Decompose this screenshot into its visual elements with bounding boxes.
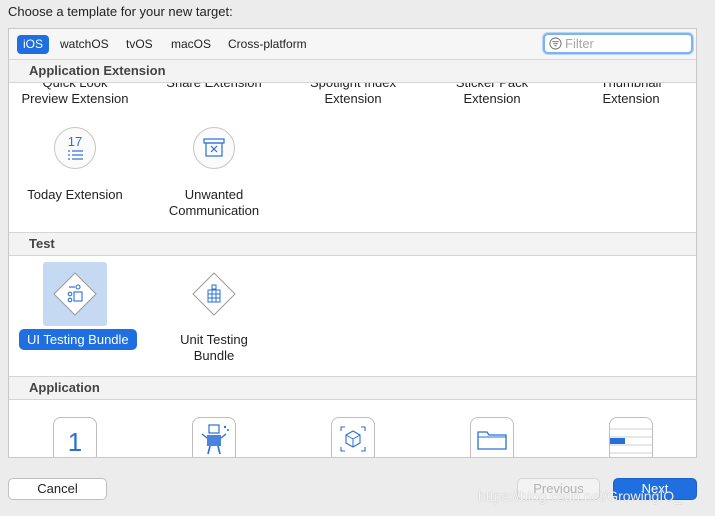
single-view-number: 1 xyxy=(68,427,82,457)
template-unwanted-communication[interactable]: Unwanted Communication xyxy=(149,187,279,219)
template-today-extension[interactable]: Today Extension xyxy=(10,187,140,203)
template-share-extension[interactable]: Share Extension xyxy=(149,83,279,91)
calendar-date-text: 17 xyxy=(68,134,82,149)
single-view-app-icon[interactable]: 1 xyxy=(53,417,97,457)
template-thumbnail-extension[interactable]: Thumbnail Extension xyxy=(566,83,696,107)
tab-tvos[interactable]: tvOS xyxy=(120,35,159,54)
template-ui-testing-bundle[interactable]: UI Testing Bundle xyxy=(19,329,137,350)
section-header-application-extension: Application Extension xyxy=(9,59,696,83)
filter-input[interactable] xyxy=(565,36,685,51)
tab-ios[interactable]: iOS xyxy=(17,35,50,54)
watermark-text: https://blog.csdn.net/GrowingIO_ xyxy=(478,488,682,504)
tab-cross-platform[interactable]: Cross-platform xyxy=(222,35,313,54)
game-app-icon[interactable] xyxy=(192,417,236,457)
filter-field[interactable] xyxy=(543,33,693,54)
template-panel: iOS watchOS tvOS macOS Cross-platform Ap… xyxy=(8,28,697,458)
tab-watchos[interactable]: watchOS xyxy=(54,35,115,54)
document-app-icon[interactable] xyxy=(470,417,514,457)
platform-tab-bar: iOS watchOS tvOS macOS Cross-platform xyxy=(9,29,696,60)
tab-macos[interactable]: macOS xyxy=(165,35,217,54)
template-sticker-pack-extension[interactable]: Sticker Pack Extension xyxy=(427,83,557,107)
template-spotlight-index-extension[interactable]: Spotlight Index Extension xyxy=(288,83,418,107)
augmented-reality-app-icon[interactable] xyxy=(331,417,375,457)
dialog-heading: Choose a template for your new target: xyxy=(8,4,233,19)
section-header-test: Test xyxy=(9,232,696,256)
ui-test-icon[interactable] xyxy=(53,272,97,316)
section-header-application: Application xyxy=(9,376,696,400)
template-quick-look-preview-extension[interactable]: Quick Look Preview Extension xyxy=(10,83,140,107)
calendar-list-icon[interactable]: 17 xyxy=(54,127,96,169)
tabbed-app-icon[interactable] xyxy=(609,417,653,457)
cancel-button[interactable]: Cancel xyxy=(8,478,107,500)
partial-item-row: Quick Look Preview Extension Share Exten… xyxy=(9,83,696,113)
template-unit-testing-bundle[interactable]: Unit Testing Bundle xyxy=(149,332,279,364)
envelope-x-icon[interactable] xyxy=(193,127,235,169)
filter-icon xyxy=(549,37,562,50)
unit-test-icon[interactable] xyxy=(192,272,236,316)
